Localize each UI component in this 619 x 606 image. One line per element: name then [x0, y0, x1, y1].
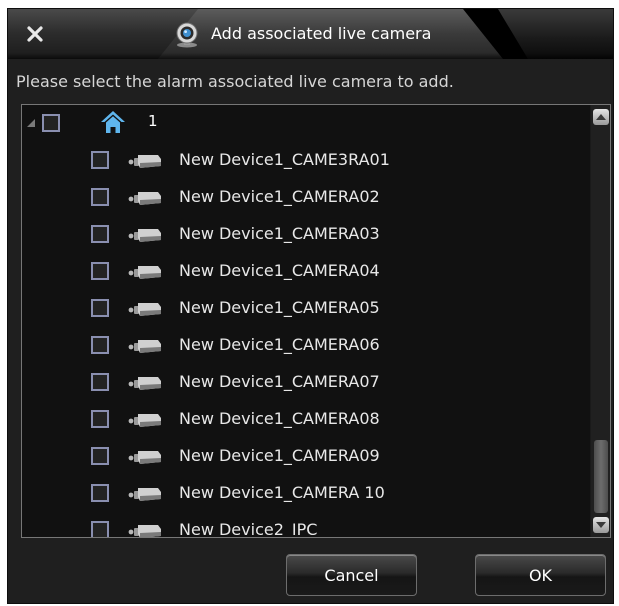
scroll-track[interactable] [594, 129, 608, 513]
scroll-thumb[interactable] [594, 440, 608, 513]
camera-label: New Device1_CAMERA 10 [179, 483, 385, 502]
camera-icon [128, 340, 161, 353]
instruction-text: Please select the alarm associated live … [16, 72, 454, 91]
camera-icon [128, 414, 161, 427]
camera-row[interactable]: New Device1_CAMERA07 [22, 364, 588, 401]
camera-row[interactable]: New Device2_IPC [22, 512, 588, 538]
cancel-button[interactable]: Cancel [286, 554, 417, 596]
camera-row[interactable]: New Device1_CAMERA02 [22, 179, 588, 216]
camera-icon [128, 525, 161, 537]
camera-row[interactable]: New Device1_CAMERA06 [22, 327, 588, 364]
camera-checkbox[interactable] [91, 336, 109, 354]
camera-label: New Device1_CAMERA02 [179, 187, 380, 206]
camera-row[interactable]: New Device1_CAMERA 10 [22, 475, 588, 512]
root-label: 1 [148, 112, 158, 130]
camera-checkbox[interactable] [91, 151, 109, 169]
scroll-up-button[interactable] [593, 109, 609, 125]
expand-arrow-icon[interactable] [26, 118, 36, 128]
scroll-down-button[interactable] [593, 517, 609, 533]
camera-label: New Device2_IPC [179, 520, 318, 538]
camera-checkbox[interactable] [91, 188, 109, 206]
vertical-scrollbar[interactable] [590, 105, 610, 537]
camera-row[interactable]: New Device1_CAMERA04 [22, 253, 588, 290]
camera-row[interactable]: New Device1_CAMERA09 [22, 438, 588, 475]
camera-checkbox[interactable] [91, 225, 109, 243]
camera-checkbox[interactable] [91, 299, 109, 317]
camera-icon [128, 229, 161, 242]
close-icon [27, 26, 43, 42]
camera-row[interactable]: New Device1_CAMERA08 [22, 401, 588, 438]
camera-label: New Device1_CAMERA06 [179, 335, 380, 354]
camera-label: New Device1_CAMERA09 [179, 446, 380, 465]
camera-checkbox[interactable] [91, 484, 109, 502]
camera-icon [128, 192, 161, 205]
webcam-icon [176, 22, 198, 48]
camera-icon [128, 266, 161, 279]
camera-icon [128, 155, 161, 168]
arrow-down-icon [596, 522, 606, 528]
camera-checkbox[interactable] [91, 521, 109, 537]
title-bar[interactable]: Add associated live camera [8, 9, 613, 59]
add-camera-dialog: Add associated live camera Please select… [7, 8, 614, 604]
ok-button[interactable]: OK [475, 554, 606, 596]
home-icon [101, 111, 125, 133]
camera-label: New Device1_CAME3RA01 [179, 150, 390, 169]
camera-checkbox[interactable] [91, 373, 109, 391]
camera-icon [128, 451, 161, 464]
root-checkbox[interactable] [42, 114, 60, 132]
title-bar-shadow [8, 53, 613, 59]
camera-row[interactable]: New Device1_CAMERA05 [22, 290, 588, 327]
close-button[interactable] [22, 21, 48, 47]
camera-label: New Device1_CAMERA07 [179, 372, 380, 391]
camera-checkbox[interactable] [91, 262, 109, 280]
camera-row[interactable]: New Device1_CAME3RA01 [22, 142, 588, 179]
camera-checkbox[interactable] [91, 447, 109, 465]
tree-root-row[interactable]: 1 [22, 105, 588, 142]
camera-tree[interactable]: 1 New Device1_CAME3RA01 New Device1_CAME… [21, 104, 611, 538]
camera-icon [128, 377, 161, 390]
arrow-up-icon [596, 114, 606, 120]
dialog-title: Add associated live camera [211, 24, 432, 43]
camera-label: New Device1_CAMERA05 [179, 298, 380, 317]
camera-icon [128, 488, 161, 501]
camera-checkbox[interactable] [91, 410, 109, 428]
camera-label: New Device1_CAMERA03 [179, 224, 380, 243]
camera-icon [128, 303, 161, 316]
camera-row[interactable]: New Device1_CAMERA03 [22, 216, 588, 253]
camera-label: New Device1_CAMERA08 [179, 409, 380, 428]
camera-label: New Device1_CAMERA04 [179, 261, 380, 280]
